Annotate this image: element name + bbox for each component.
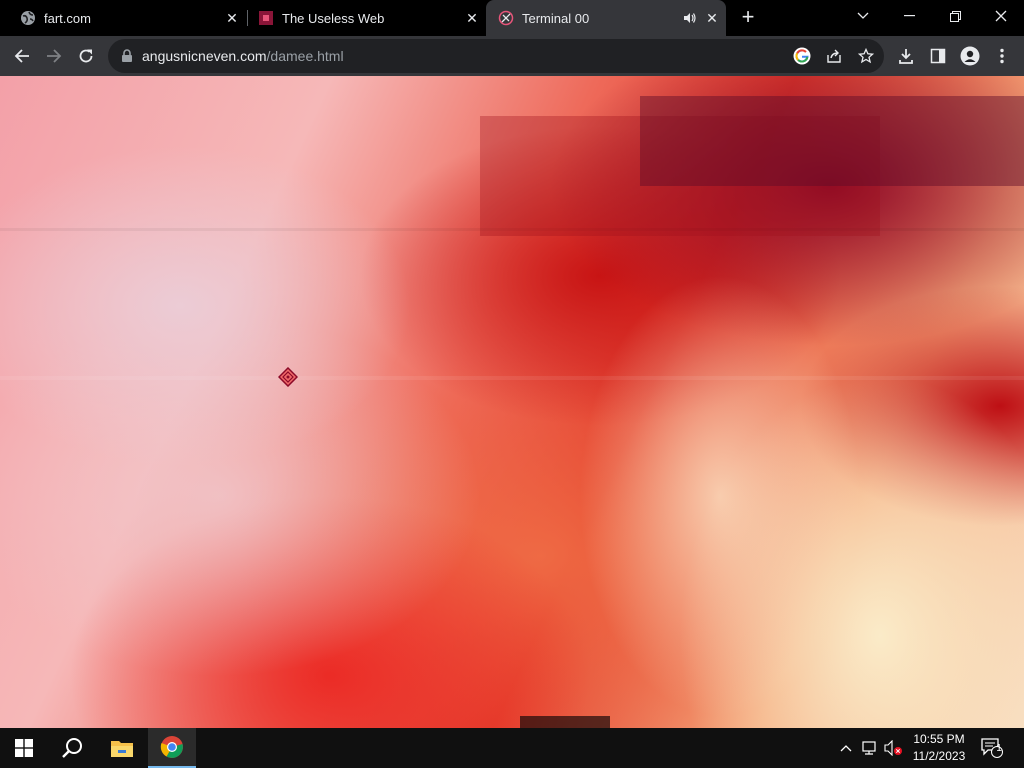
tab-title: Terminal 00 <box>522 10 590 26</box>
globe-icon <box>20 10 36 26</box>
file-explorer-icon[interactable] <box>98 728 146 768</box>
share-icon[interactable] <box>824 46 844 66</box>
menu-icon[interactable] <box>988 42 1016 70</box>
reload-icon[interactable] <box>72 42 100 70</box>
new-tab-button[interactable]: + <box>736 6 760 30</box>
profile-icon[interactable] <box>956 42 984 70</box>
network-icon[interactable] <box>860 738 880 758</box>
tab-fart[interactable]: fart.com ✕ <box>0 0 246 36</box>
url-text: angusnicneven.com/damee.html <box>142 48 344 64</box>
taskbar-clock[interactable]: 10:55 PM 11/2/2023 <box>902 731 976 765</box>
chrome-icon[interactable] <box>148 728 196 768</box>
cursor-diamond-icon[interactable] <box>277 366 299 388</box>
back-icon[interactable] <box>8 42 36 70</box>
address-bar[interactable]: angusnicneven.com/damee.html <box>108 39 884 73</box>
volume-muted-icon[interactable] <box>884 738 904 758</box>
url-path: /damee.html <box>266 48 344 64</box>
star-icon[interactable] <box>856 46 876 66</box>
browser-toolbar: angusnicneven.com/damee.html <box>0 36 1024 76</box>
tab-close-button[interactable]: ✕ <box>702 8 722 28</box>
tab-useless-web[interactable]: The Useless Web ✕ <box>238 0 486 36</box>
clock-time: 10:55 PM <box>913 732 965 746</box>
chevron-down-icon[interactable] <box>840 0 886 32</box>
search-icon[interactable] <box>48 728 96 768</box>
tab-strip: fart.com ✕ The Useless Web ✕ Terminal 00… <box>0 0 1024 36</box>
useless-web-icon <box>258 10 274 26</box>
url-domain: angusnicneven.com <box>142 48 267 64</box>
google-icon[interactable] <box>792 46 812 66</box>
windows-start-icon[interactable] <box>0 728 48 768</box>
speaker-icon[interactable] <box>680 8 700 28</box>
tab-close-button[interactable]: ✕ <box>462 8 482 28</box>
terminal-icon <box>498 10 514 26</box>
notification-center-icon[interactable]: 1 <box>980 736 1004 760</box>
tab-terminal[interactable]: Terminal 00 ✕ <box>486 0 726 36</box>
tab-title: fart.com <box>44 10 91 26</box>
notification-count: 1 <box>996 743 1002 754</box>
lock-icon[interactable] <box>120 49 134 63</box>
clock-date: 11/2/2023 <box>912 749 966 763</box>
windows-taskbar: 10:55 PM 11/2/2023 1 <box>0 728 1024 768</box>
minimize-icon[interactable] <box>886 0 932 32</box>
forward-icon[interactable] <box>40 42 68 70</box>
glitch-texture <box>0 96 1024 728</box>
restore-icon[interactable] <box>932 0 978 32</box>
page-content-image <box>0 76 1024 728</box>
tab-title: The Useless Web <box>282 10 385 26</box>
download-icon[interactable] <box>892 42 920 70</box>
close-icon[interactable] <box>978 0 1024 32</box>
side-panel-icon[interactable] <box>924 42 952 70</box>
show-hidden-icons-icon[interactable] <box>836 738 856 758</box>
